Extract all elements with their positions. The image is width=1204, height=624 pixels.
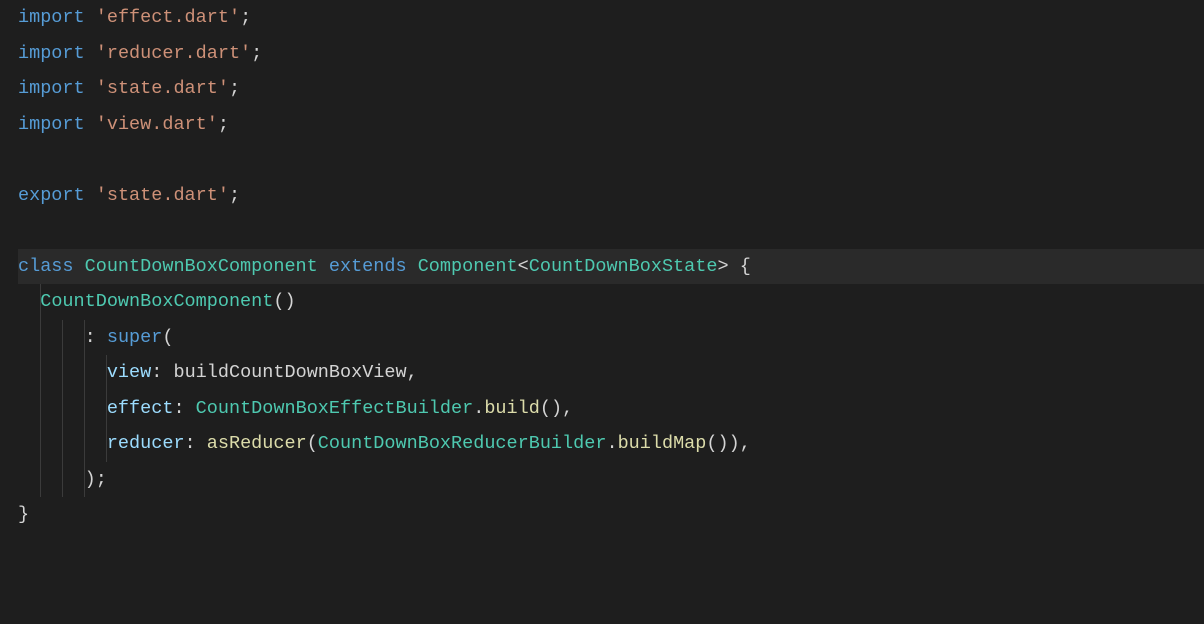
semicolon: ;: [251, 43, 262, 64]
brace-open: {: [740, 256, 751, 277]
named-param-reducer: reducer: [107, 433, 185, 454]
angle-close: >: [717, 256, 728, 277]
code-line-blank: [18, 142, 1204, 178]
code-line: import 'view.dart';: [18, 107, 1204, 143]
code-line: export 'state.dart';: [18, 178, 1204, 214]
keyword-super: super: [107, 327, 163, 348]
space: [162, 362, 173, 383]
comma: ,: [562, 398, 573, 419]
semicolon: ;: [229, 78, 240, 99]
angle-open: <: [518, 256, 529, 277]
keyword-import: import: [18, 43, 85, 64]
semicolon: ;: [218, 114, 229, 135]
paren-open: (: [307, 433, 318, 454]
function-name: asReducer: [207, 433, 307, 454]
string-literal: 'effect.dart': [96, 7, 240, 28]
method-name: buildMap: [618, 433, 707, 454]
space: [185, 398, 196, 419]
paren-close: ): [284, 291, 295, 312]
colon: :: [173, 398, 184, 419]
code-line: reducer: asReducer(CountDownBoxReducerBu…: [18, 426, 1204, 462]
space: [85, 114, 96, 135]
dot: .: [606, 433, 617, 454]
brace-close: }: [18, 504, 29, 525]
code-line: );: [18, 462, 1204, 498]
space: [85, 78, 96, 99]
colon: :: [151, 362, 162, 383]
comma: ,: [740, 433, 751, 454]
keyword-import: import: [18, 114, 85, 135]
keyword-import: import: [18, 78, 85, 99]
code-line: view: buildCountDownBoxView,: [18, 355, 1204, 391]
code-editor[interactable]: import 'effect.dart'; import 'reducer.da…: [0, 0, 1204, 533]
paren-open: (: [162, 327, 173, 348]
constructor-name: CountDownBoxComponent: [40, 291, 273, 312]
identifier: buildCountDownBoxView: [173, 362, 406, 383]
comma: ,: [407, 362, 418, 383]
keyword-import: import: [18, 7, 85, 28]
code-line: effect: CountDownBoxEffectBuilder.build(…: [18, 391, 1204, 427]
semicolon: ;: [229, 185, 240, 206]
string-literal: 'state.dart': [96, 78, 229, 99]
colon: :: [85, 327, 96, 348]
space: [318, 256, 329, 277]
code-line-blank: [18, 213, 1204, 249]
space: [196, 433, 207, 454]
dot: .: [473, 398, 484, 419]
space: [85, 43, 96, 64]
base-class-name: Component: [418, 256, 518, 277]
paren-close: ): [729, 433, 740, 454]
code-line: import 'effect.dart';: [18, 0, 1204, 36]
space: [85, 185, 96, 206]
space: [74, 256, 85, 277]
paren-open: (: [540, 398, 551, 419]
string-literal: 'reducer.dart': [96, 43, 251, 64]
named-param-view: view: [107, 362, 151, 383]
code-line: : super(: [18, 320, 1204, 356]
paren-open: (: [273, 291, 284, 312]
named-param-effect: effect: [107, 398, 174, 419]
keyword-extends: extends: [329, 256, 407, 277]
type-name: CountDownBoxEffectBuilder: [196, 398, 474, 419]
semicolon: ;: [240, 7, 251, 28]
paren-close: ): [718, 433, 729, 454]
colon: :: [185, 433, 196, 454]
code-line: import 'state.dart';: [18, 71, 1204, 107]
keyword-export: export: [18, 185, 85, 206]
paren-close: ): [551, 398, 562, 419]
code-line: CountDownBoxComponent(): [18, 284, 1204, 320]
paren-close: ): [85, 469, 96, 490]
class-name: CountDownBoxComponent: [85, 256, 318, 277]
paren-open: (: [706, 433, 717, 454]
space: [729, 256, 740, 277]
code-line: }: [18, 497, 1204, 533]
string-literal: 'state.dart': [96, 185, 229, 206]
semicolon: ;: [96, 469, 107, 490]
space: [85, 7, 96, 28]
method-name: build: [484, 398, 540, 419]
space: [407, 256, 418, 277]
type-name: CountDownBoxReducerBuilder: [318, 433, 607, 454]
code-line: import 'reducer.dart';: [18, 36, 1204, 72]
code-line-current: class CountDownBoxComponent extends Comp…: [18, 249, 1204, 285]
generic-type: CountDownBoxState: [529, 256, 718, 277]
keyword-class: class: [18, 256, 74, 277]
string-literal: 'view.dart': [96, 114, 218, 135]
space: [96, 327, 107, 348]
